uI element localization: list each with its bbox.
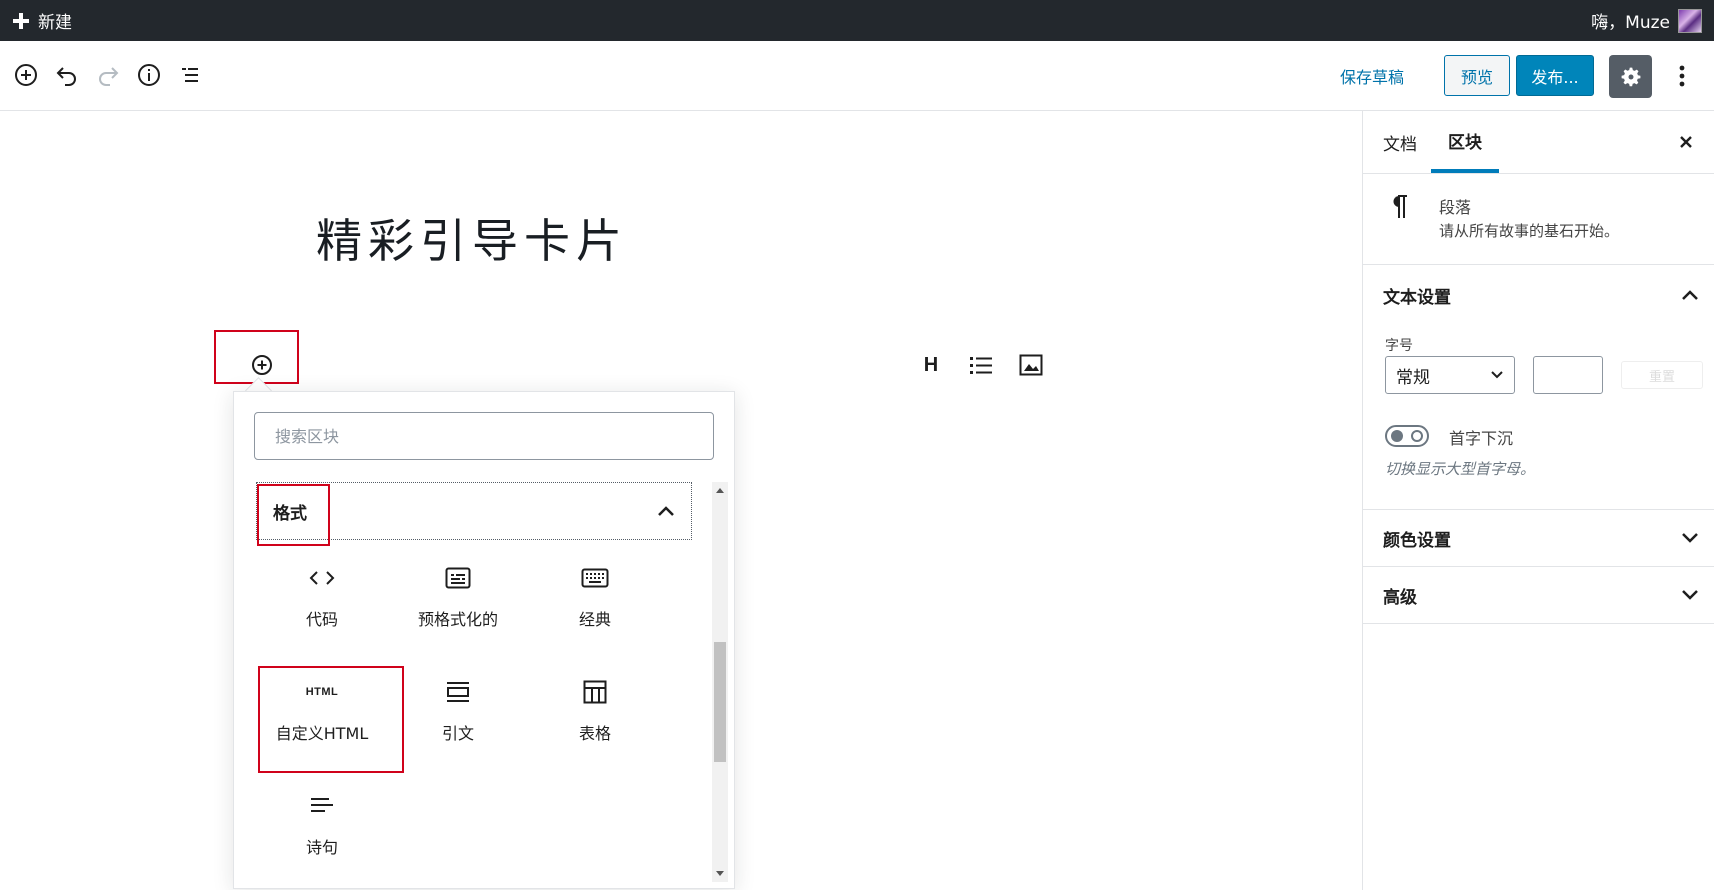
chevron-down-icon xyxy=(1681,532,1699,544)
table-icon xyxy=(583,678,607,706)
block-label: 表格 xyxy=(578,724,611,743)
heading-icon: H xyxy=(923,353,939,376)
block-label: 预格式化的 xyxy=(417,610,498,629)
block-verse[interactable]: 诗句 xyxy=(257,773,387,877)
font-size-value: 常规 xyxy=(1396,367,1430,388)
block-card: 段落 请从所有故事的基石开始。 xyxy=(1363,174,1714,265)
preformatted-icon xyxy=(445,564,471,592)
text-settings-panel: 文本设置 字号 常规 重置 首字下沉 切换显示大型首字母。 xyxy=(1363,265,1714,510)
reset-font-size-button[interactable]: 重置 xyxy=(1621,361,1703,389)
gear-icon xyxy=(1619,65,1643,89)
advanced-toggle[interactable]: 高级 xyxy=(1363,567,1714,623)
advanced-title: 高级 xyxy=(1383,587,1417,608)
block-pullquote[interactable]: 引文 xyxy=(393,659,523,763)
editor-header-toolbar: 保存草稿 预览 发布... xyxy=(0,41,1714,111)
block-custom-html[interactable]: HTML 自定义HTML xyxy=(257,659,387,763)
block-code[interactable]: 代码 xyxy=(257,545,387,649)
close-icon[interactable] xyxy=(1671,127,1701,157)
list-icon xyxy=(969,354,993,376)
pullquote-icon xyxy=(445,678,471,706)
chevron-up-icon xyxy=(657,505,675,517)
plus-icon xyxy=(12,12,30,30)
user-greeting: 嗨，Muze xyxy=(1591,13,1670,33)
html-icon-text: HTML xyxy=(305,686,339,698)
font-size-label: 字号 xyxy=(1385,338,1413,354)
settings-button[interactable] xyxy=(1609,55,1652,98)
block-card-title: 段落 xyxy=(1439,198,1472,217)
chevron-up-icon xyxy=(1681,289,1699,301)
admin-bar: 新建 嗨，Muze xyxy=(0,0,1714,41)
avatar xyxy=(1678,8,1702,33)
user-account-menu[interactable]: 嗨，Muze xyxy=(1591,0,1702,41)
block-label: 经典 xyxy=(578,610,611,629)
code-icon xyxy=(308,564,336,592)
drop-cap-toggle[interactable] xyxy=(1385,425,1429,447)
verse-icon xyxy=(309,792,335,820)
custom-font-size-input[interactable] xyxy=(1533,356,1603,394)
add-block-icon xyxy=(250,353,274,377)
drop-cap-label: 首字下沉 xyxy=(1449,429,1514,448)
scroll-up-arrow[interactable] xyxy=(716,488,724,493)
tab-block[interactable]: 区块 xyxy=(1431,111,1499,173)
chevron-down-icon xyxy=(1681,589,1699,601)
scrollbar-thumb[interactable] xyxy=(714,642,726,762)
tab-document[interactable]: 文档 xyxy=(1383,111,1417,173)
color-settings-panel: 颜色设置 xyxy=(1363,510,1714,567)
sidebar-tabs: 文档 区块 xyxy=(1363,111,1714,174)
quick-insert-heading[interactable]: H xyxy=(914,348,948,382)
new-content-button[interactable]: 新建 xyxy=(12,0,72,41)
block-inserter-toggle[interactable] xyxy=(245,348,279,382)
post-title[interactable]: 精彩引导卡片 xyxy=(316,205,628,271)
publish-button[interactable]: 发布... xyxy=(1516,55,1594,96)
category-title: 格式 xyxy=(273,503,307,524)
more-options-icon[interactable] xyxy=(1670,59,1694,93)
color-settings-title: 颜色设置 xyxy=(1383,530,1451,551)
quick-insert-image[interactable] xyxy=(1014,348,1048,382)
drop-cap-help: 切换显示大型首字母。 xyxy=(1385,460,1536,478)
info-icon[interactable] xyxy=(133,59,165,91)
category-panel-header[interactable]: 格式 xyxy=(256,482,692,540)
undo-icon[interactable] xyxy=(51,59,83,91)
toggle-knob xyxy=(1391,430,1403,442)
block-classic[interactable]: 经典 xyxy=(530,545,660,649)
block-card-description: 请从所有故事的基石开始。 xyxy=(1439,222,1620,240)
settings-sidebar: 文档 区块 段落 请从所有故事的基石开始。 文本设置 字号 常规 重置 首字下沉… xyxy=(1362,111,1714,890)
text-settings-title: 文本设置 xyxy=(1383,287,1451,308)
keyboard-icon xyxy=(581,564,609,592)
block-label: 自定义HTML xyxy=(275,724,369,743)
outline-icon[interactable] xyxy=(174,59,206,91)
block-inserter-popover: 格式 代码 预格式化的 经典 HTML 自定义HTML 引文 xyxy=(233,391,735,889)
paragraph-icon xyxy=(1389,194,1409,220)
inserter-scrollbar[interactable] xyxy=(712,482,728,882)
toggle-off-indicator xyxy=(1411,430,1423,442)
advanced-panel: 高级 xyxy=(1363,567,1714,624)
color-settings-toggle[interactable]: 颜色设置 xyxy=(1363,510,1714,566)
html-icon: HTML xyxy=(306,678,339,706)
font-size-select[interactable]: 常规 xyxy=(1385,356,1515,394)
block-table[interactable]: 表格 xyxy=(530,659,660,763)
chevron-down-icon xyxy=(1490,370,1504,380)
block-label: 诗句 xyxy=(305,838,338,857)
text-settings-toggle[interactable]: 文本设置 xyxy=(1363,265,1714,325)
redo-icon[interactable] xyxy=(92,59,124,91)
add-block-icon[interactable] xyxy=(10,59,42,91)
block-label: 代码 xyxy=(305,610,338,629)
scroll-down-arrow[interactable] xyxy=(716,871,724,876)
block-search-input[interactable] xyxy=(254,412,714,460)
preview-button[interactable]: 预览 xyxy=(1444,55,1510,96)
block-preformatted[interactable]: 预格式化的 xyxy=(393,545,523,649)
quick-insert-list[interactable] xyxy=(964,348,998,382)
new-content-label: 新建 xyxy=(38,13,72,33)
block-label: 引文 xyxy=(441,724,474,743)
save-draft-button[interactable]: 保存草稿 xyxy=(1340,64,1404,88)
image-icon xyxy=(1019,354,1043,376)
